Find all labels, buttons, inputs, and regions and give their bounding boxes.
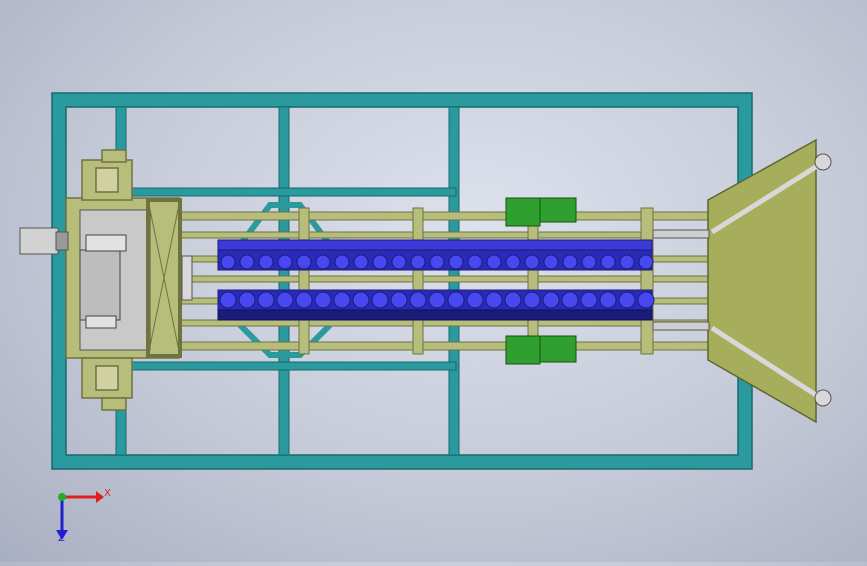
conveyor-roller	[505, 254, 521, 270]
x-axis-label: X	[104, 488, 111, 499]
conveyor-roller	[637, 291, 655, 309]
conveyor-roller	[447, 291, 465, 309]
conveyor-roller	[581, 254, 597, 270]
conveyor-lower	[217, 289, 655, 321]
conveyor-roller	[239, 254, 255, 270]
conveyor-roller	[219, 291, 237, 309]
conveyor-roller	[580, 291, 598, 309]
y-axis-dot	[58, 493, 66, 501]
conveyor-roller	[258, 254, 274, 270]
conveyor-roller	[352, 291, 370, 309]
conveyor-roller	[429, 254, 445, 270]
conveyor-roller	[619, 254, 635, 270]
conveyor-roller	[485, 291, 503, 309]
conveyor-roller	[371, 291, 389, 309]
conveyor-roller	[486, 254, 502, 270]
conveyor-upper	[217, 239, 654, 271]
conveyor-roller	[409, 291, 427, 309]
conveyor-roller	[542, 291, 560, 309]
conveyor-roller	[390, 291, 408, 309]
conveyor-roller	[220, 254, 236, 270]
conveyor-roller	[238, 291, 256, 309]
conveyor-roller	[315, 254, 331, 270]
conveyor-roller	[295, 291, 313, 309]
conveyor-roller	[600, 254, 616, 270]
conveyor-roller	[638, 254, 654, 270]
conveyor-roller	[618, 291, 636, 309]
conveyor-roller	[467, 254, 483, 270]
conveyor-roller	[504, 291, 522, 309]
conveyor-roller	[277, 254, 293, 270]
conveyor-roller	[314, 291, 332, 309]
conveyor-roller	[524, 254, 540, 270]
conveyor-roller	[523, 291, 541, 309]
machine-drawing: X Z	[19, 92, 832, 544]
conveyor-roller	[391, 254, 407, 270]
conveyor-roller	[562, 254, 578, 270]
conveyor-roller	[296, 254, 312, 270]
conveyor-roller	[353, 254, 369, 270]
conveyor-roller	[543, 254, 559, 270]
z-axis-label: Z	[58, 533, 65, 544]
conveyor-roller	[333, 291, 351, 309]
conveyor-roller	[334, 254, 350, 270]
conveyor-roller	[410, 254, 426, 270]
conveyor-roller	[599, 291, 617, 309]
conveyor-roller	[466, 291, 484, 309]
axis-triad: X Z	[56, 488, 111, 544]
conveyor-roller	[276, 291, 294, 309]
cad-viewport[interactable]: X Z	[0, 0, 867, 562]
conveyor-roller	[561, 291, 579, 309]
longitudinal-rails	[147, 211, 709, 351]
conveyor-roller	[372, 254, 388, 270]
conveyor-roller	[448, 254, 464, 270]
conveyor-roller	[257, 291, 275, 309]
conveyor-roller	[428, 291, 446, 309]
